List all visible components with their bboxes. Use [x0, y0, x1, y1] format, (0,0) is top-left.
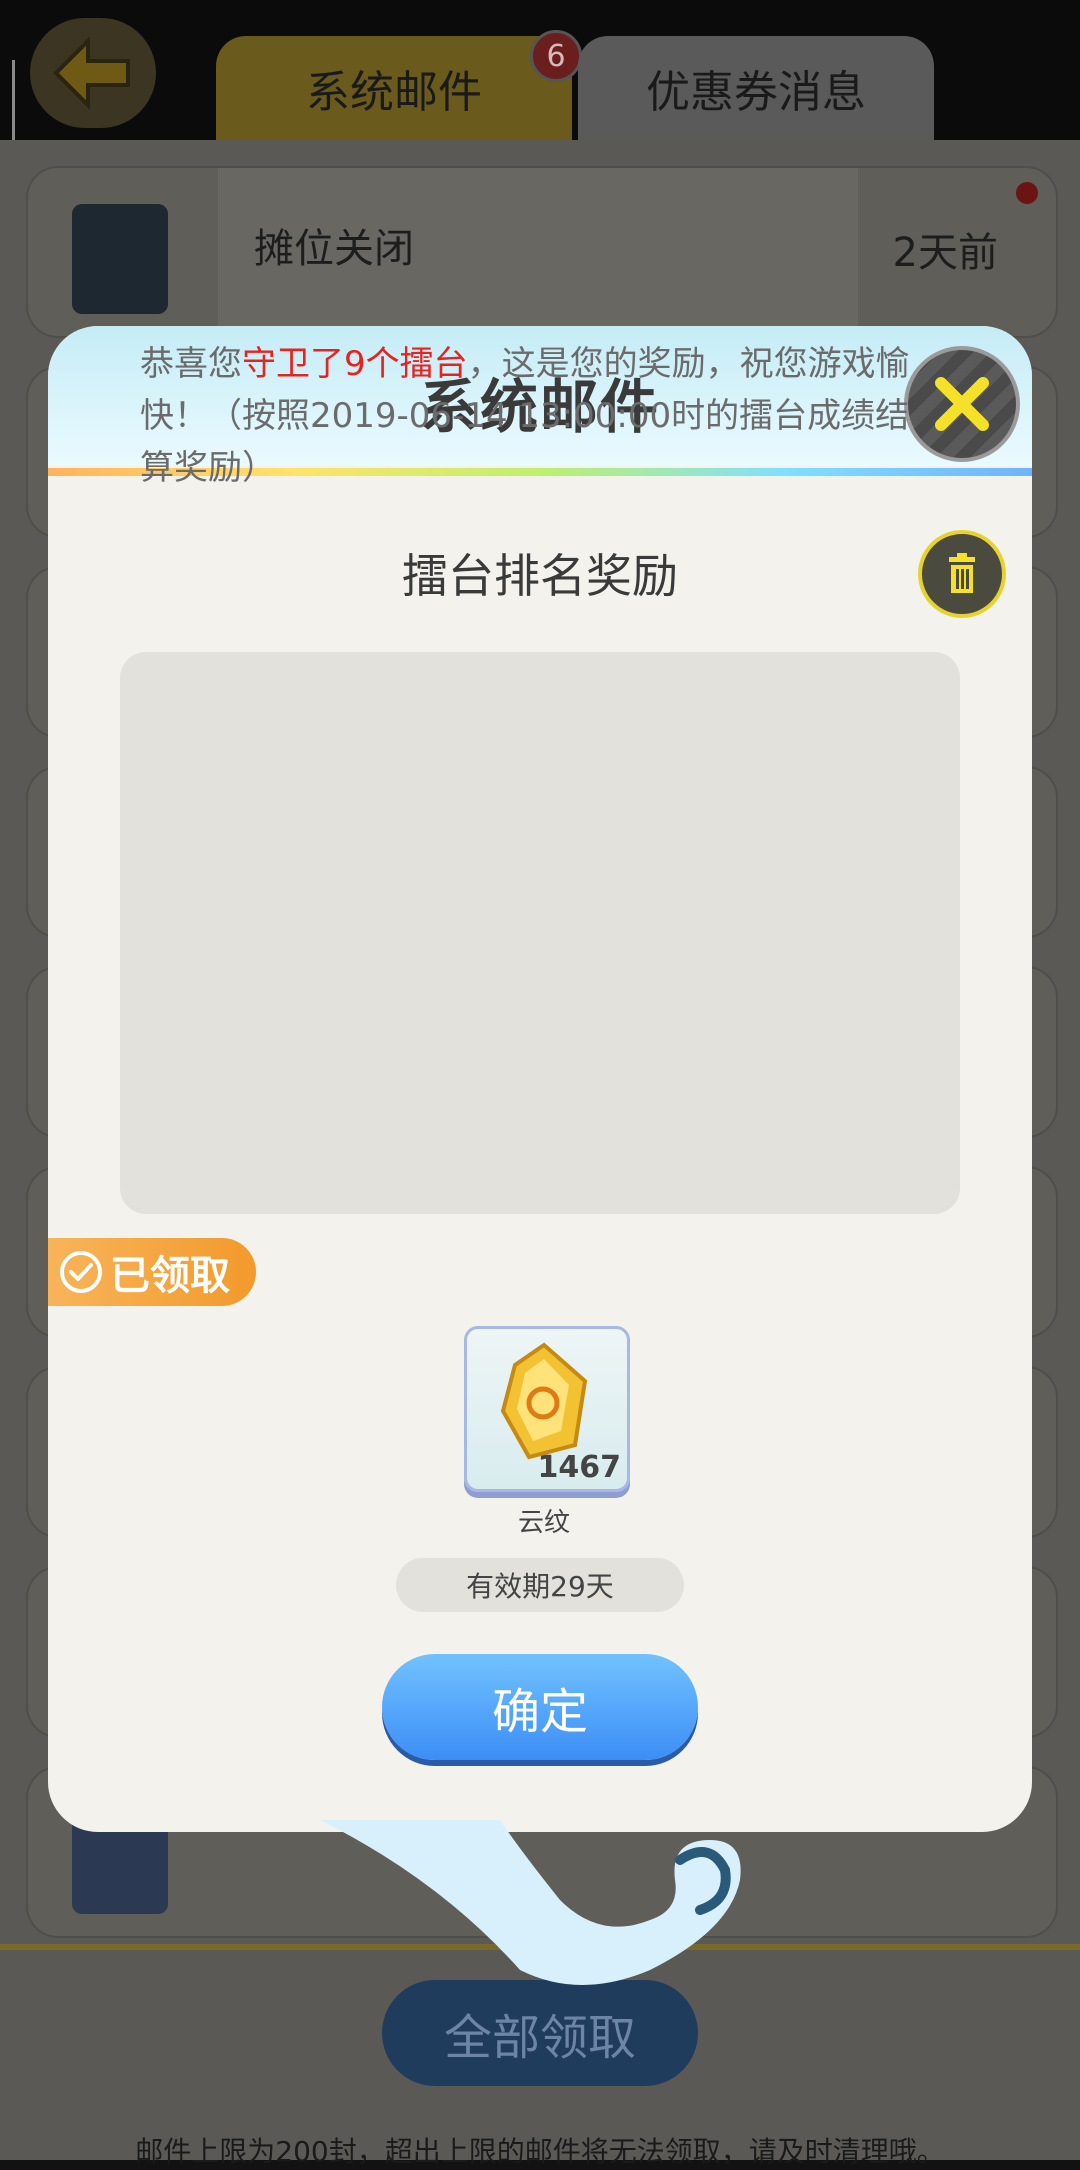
validity-label: 有效期29天 — [396, 1558, 684, 1612]
tab-system-mail[interactable]: 系统邮件 6 — [216, 30, 582, 140]
mail-item-time: 2天前 — [892, 230, 998, 276]
unread-dot — [1016, 182, 1038, 204]
message-box — [120, 652, 960, 1214]
delete-button[interactable] — [918, 530, 1006, 618]
mail-message: 恭喜您守卫了9个擂台，这是您的奖励，祝您游戏愉快！（按照2019-06-14 1… — [140, 338, 920, 494]
claimed-badge: 已领取 — [48, 1238, 256, 1306]
claimed-label: 已领取 — [110, 1253, 230, 1299]
cloud-decoration — [320, 1820, 741, 1985]
reward-item[interactable]: 1467 — [464, 1326, 630, 1492]
reward-name: 云纹 — [517, 1508, 570, 1538]
check-circle-icon — [60, 1251, 102, 1293]
reward-count: 1467 — [537, 1450, 622, 1485]
tab-system-mail-label: 系统邮件 — [306, 67, 482, 118]
list-item[interactable]: 摊位关闭 2天前 — [26, 166, 1058, 338]
message-before: 恭喜您 — [140, 344, 242, 384]
gold-crystal-icon — [500, 1342, 588, 1460]
edge-handle — [12, 60, 15, 148]
trash-icon — [949, 553, 975, 593]
tab-coupon-messages[interactable]: 优惠券消息 — [578, 36, 934, 140]
mail-item-title: 摊位关闭 — [254, 226, 414, 272]
confirm-button[interactable]: 确定 — [382, 1654, 698, 1760]
back-arrow-icon — [53, 36, 130, 110]
close-icon — [935, 377, 989, 431]
unread-count-badge: 6 — [530, 30, 582, 82]
close-button[interactable] — [904, 346, 1020, 462]
mail-limit-note: 邮件上限为200封，超出上限的邮件将无法领取，请及时清理哦。 — [135, 2135, 945, 2168]
tab-coupon-messages-label: 优惠券消息 — [646, 67, 866, 118]
book-icon — [72, 204, 168, 314]
back-button[interactable] — [30, 18, 156, 128]
message-highlight: 守卫了9个擂台 — [242, 344, 468, 384]
claim-all-button[interactable]: 全部领取 — [382, 1980, 698, 2086]
mail-subject: 擂台排名奖励 — [402, 549, 678, 603]
